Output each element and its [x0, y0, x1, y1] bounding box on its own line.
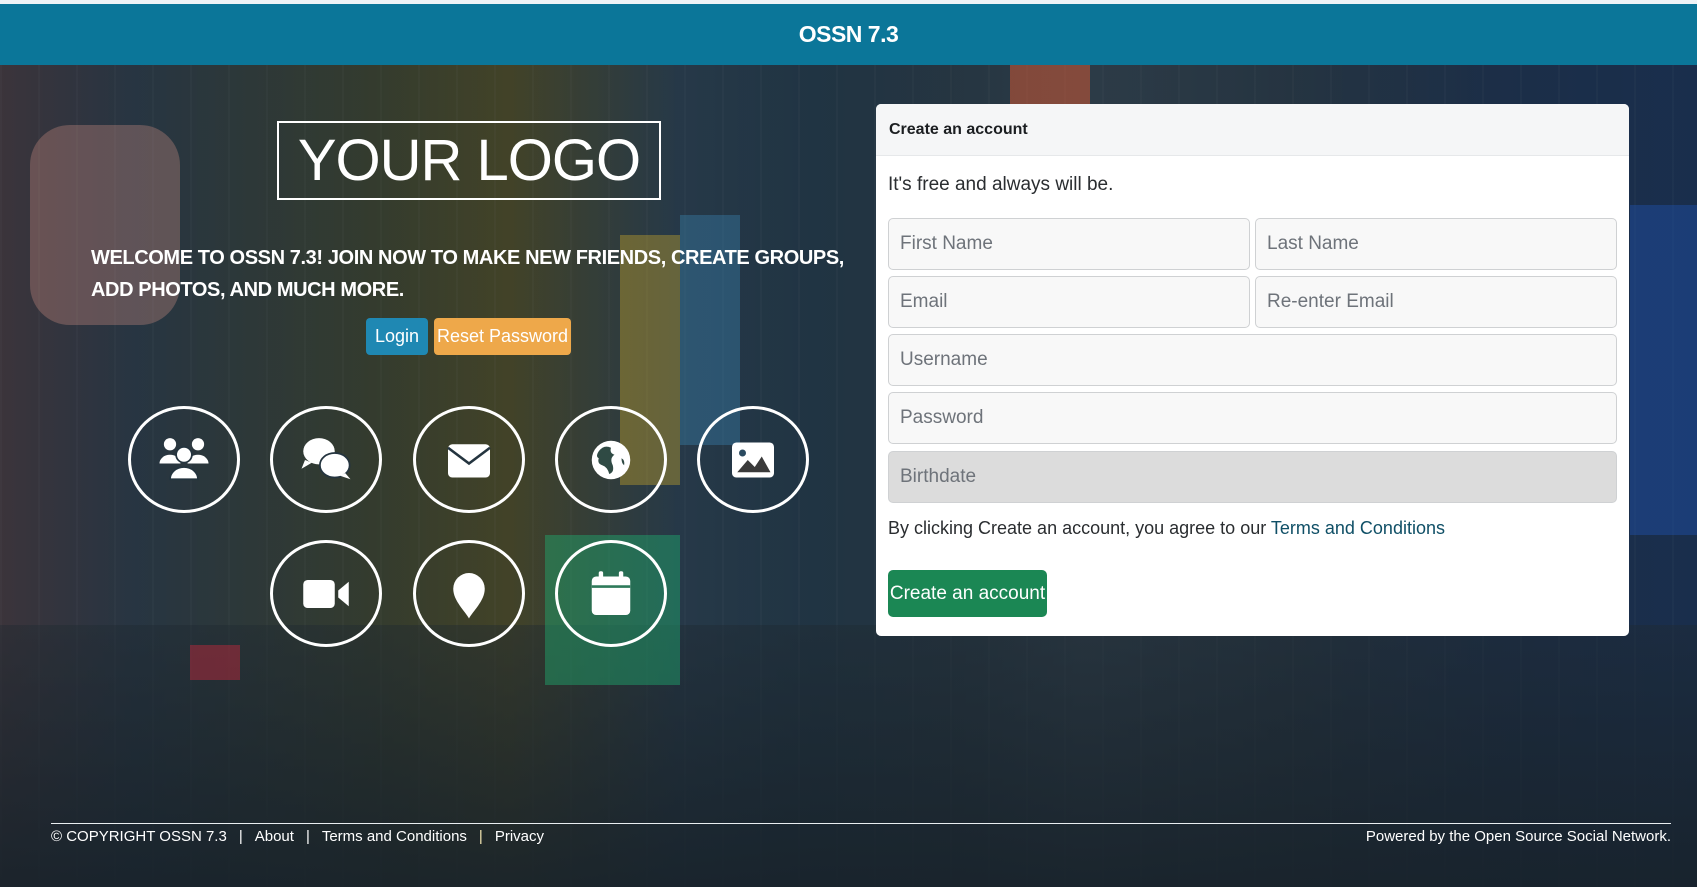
feature-events [555, 540, 667, 647]
footer-separator: | [238, 828, 243, 845]
site-logo: YOUR LOGO [277, 121, 661, 200]
top-navbar: OSSN 7.3 [0, 4, 1697, 65]
feature-messages [270, 406, 382, 513]
footer-separator: | [478, 828, 483, 845]
feature-users [128, 406, 240, 513]
feature-location [413, 540, 525, 647]
site-title: OSSN 7.3 [798, 21, 899, 47]
footer-divider [51, 823, 1671, 824]
feature-email [413, 406, 525, 513]
terms-link[interactable]: Terms and Conditions [1271, 518, 1445, 538]
map-marker-icon [453, 572, 485, 618]
globe-icon [591, 440, 631, 479]
feature-globe [555, 406, 667, 513]
terms-prefix: By clicking Create an account, you agree… [888, 518, 1271, 538]
footer-link-privacy[interactable]: Privacy [495, 828, 544, 845]
create-account-button[interactable]: Create an account [888, 570, 1047, 617]
email-input[interactable]: Email [888, 276, 1250, 328]
image-icon [732, 442, 774, 477]
copyright-text: © COPYRIGHT OSSN 7.3 [51, 828, 227, 845]
feature-photos [697, 406, 809, 513]
reset-password-button[interactable]: Reset Password [434, 318, 571, 355]
feature-video [270, 540, 382, 647]
birthdate-input[interactable]: Birthdate [888, 451, 1617, 503]
footer-link-about[interactable]: About [255, 828, 294, 845]
signup-card-title: Create an account [876, 104, 1629, 156]
terms-notice: By clicking Create an account, you agree… [888, 518, 1445, 539]
reenter-email-input[interactable]: Re-enter Email [1255, 276, 1617, 328]
users-icon [159, 437, 209, 480]
signup-tagline: It's free and always will be. [888, 174, 1114, 195]
powered-by-text: Powered by the Open Source Social Networ… [1365, 828, 1671, 845]
video-icon [303, 579, 349, 608]
calendar-icon [591, 570, 631, 615]
footer-separator: | [305, 828, 310, 845]
footer-links: © COPYRIGHT OSSN 7.3 | About | Terms and… [51, 828, 544, 845]
username-input[interactable]: Username [888, 334, 1617, 386]
footer-link-terms[interactable]: Terms and Conditions [322, 828, 467, 845]
welcome-message: WELCOME TO OSSN 7.3! JOIN NOW TO MAKE NE… [91, 247, 844, 301]
comments-icon [301, 437, 351, 479]
last-name-input[interactable]: Last Name [1255, 218, 1617, 270]
envelope-icon [447, 443, 491, 477]
first-name-input[interactable]: First Name [888, 218, 1250, 270]
login-button[interactable]: Login [366, 318, 428, 355]
signup-card: Create an account It's free and always w… [876, 104, 1629, 636]
password-input[interactable]: Password [888, 392, 1617, 444]
logo-text: YOUR LOGO [297, 127, 641, 193]
